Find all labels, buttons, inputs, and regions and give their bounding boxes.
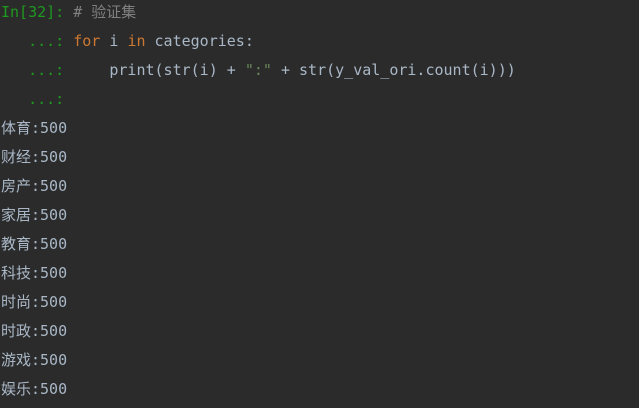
output-line: 体育:500	[1, 119, 68, 137]
code-print-rest: + str(y_val_ori.count(i)))	[271, 61, 516, 79]
continuation-prompt: ...:	[1, 61, 74, 79]
code-print-call: print(str(i) +	[109, 61, 245, 79]
output-line: 家居:500	[1, 206, 68, 224]
keyword-for: for	[73, 32, 101, 50]
output-line: 教育:500	[1, 235, 68, 253]
ipython-console[interactable]: In[32]: # 验证集 ...: for i in categories: …	[0, 0, 639, 408]
output-line: 财经:500	[1, 148, 68, 166]
input-prompt: In[32]:	[1, 3, 74, 21]
input-line-4[interactable]: ...:	[1, 85, 73, 114]
input-line-1[interactable]: In[32]: # 验证集	[1, 0, 136, 27]
code-comment: # 验证集	[73, 3, 137, 21]
code-string-literal: ":"	[244, 61, 272, 79]
output-line: 娱乐:500	[1, 380, 68, 398]
loop-variable: i	[100, 32, 128, 50]
output-line: 时政:500	[1, 322, 68, 340]
output-line: 时尚:500	[1, 293, 68, 311]
output-line: 游戏:500	[1, 351, 68, 369]
continuation-prompt: ...:	[1, 90, 74, 108]
output-line: 科技:500	[1, 264, 68, 282]
input-line-2[interactable]: ...: for i in categories:	[1, 27, 254, 56]
output-line: 房产:500	[1, 177, 68, 195]
loop-iterable: categories:	[145, 32, 254, 50]
continuation-prompt: ...:	[1, 32, 74, 50]
keyword-in: in	[127, 32, 146, 50]
input-line-3[interactable]: ...: print(str(i) + ":" + str(y_val_ori.…	[1, 56, 516, 85]
